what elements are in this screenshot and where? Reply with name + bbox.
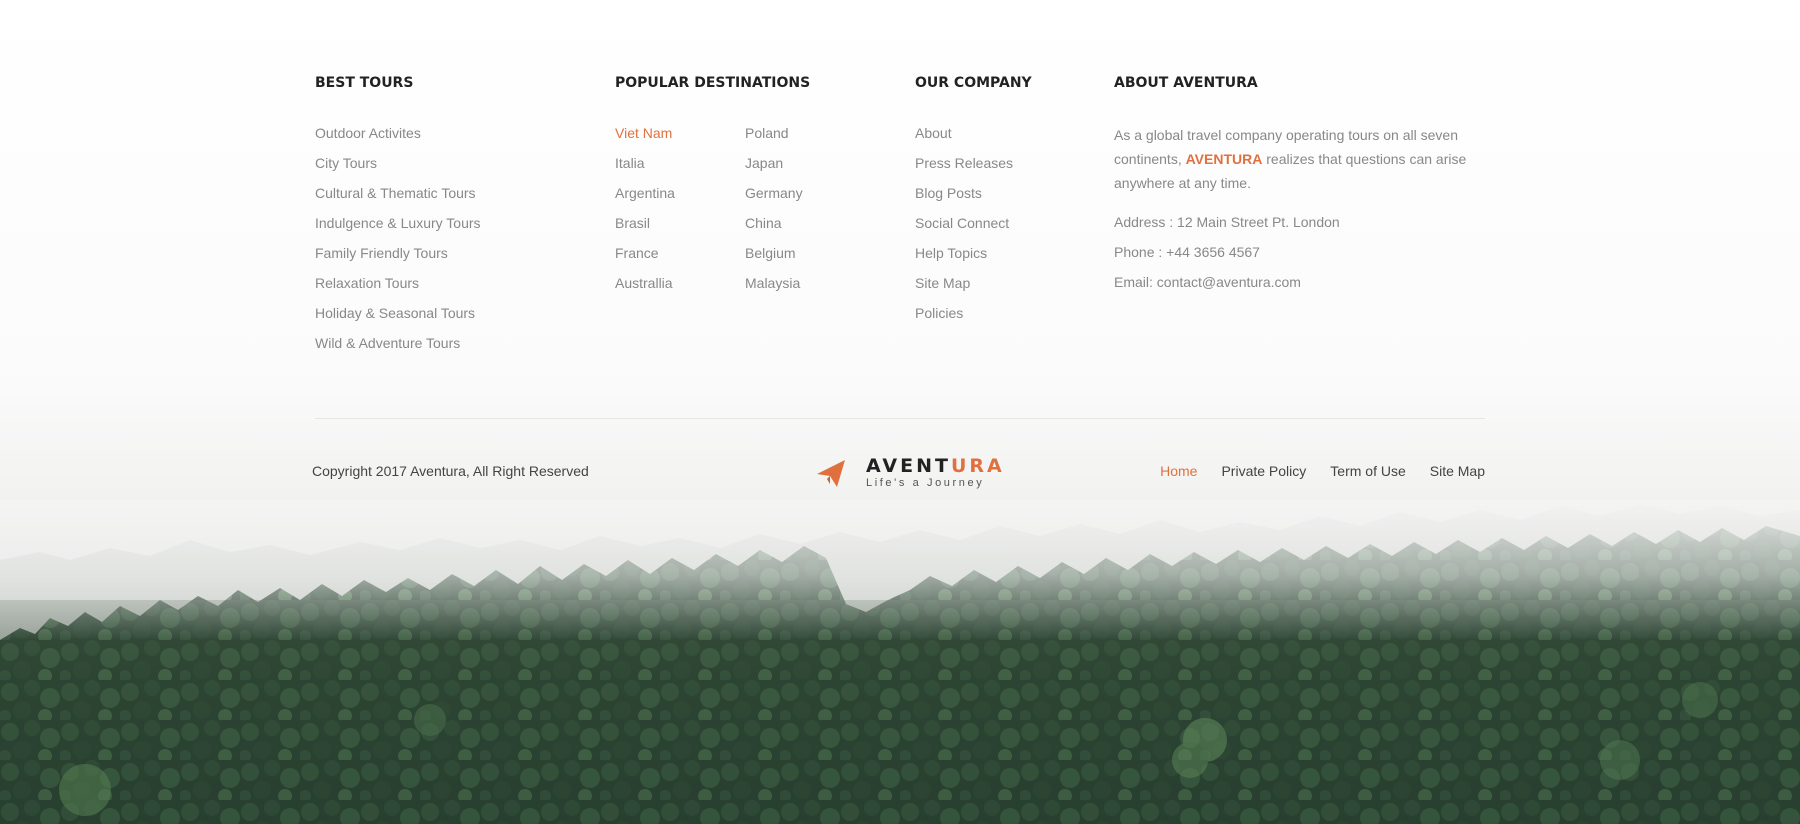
- our-company-list: About Press Releases Blog Posts Social C…: [915, 124, 1013, 334]
- list-item: Germany: [745, 184, 803, 214]
- list-item: Japan: [745, 154, 803, 184]
- list-item: Policies: [915, 304, 1013, 334]
- list-item: Malaysia: [745, 274, 803, 304]
- nav-link-site-map[interactable]: Site Map: [1430, 463, 1485, 479]
- destination-link[interactable]: Germany: [745, 185, 803, 201]
- list-item: Relaxation Tours: [315, 274, 481, 304]
- about-description: As a global travel company operating tou…: [1114, 123, 1484, 195]
- popular-destinations-heading: POPULAR DESTINATIONS: [615, 75, 811, 91]
- destination-link[interactable]: Malaysia: [745, 275, 800, 291]
- destination-link[interactable]: Italia: [615, 155, 645, 171]
- our-company-column: OUR COMPANY About Press Releases Blog Po…: [915, 74, 1032, 321]
- list-item: Italia: [615, 154, 675, 184]
- best-tour-link[interactable]: Indulgence & Luxury Tours: [315, 215, 481, 231]
- destination-link[interactable]: China: [745, 215, 782, 231]
- contact-address: Address : 12 Main Street Pt. London: [1114, 214, 1340, 230]
- list-item: Cultural & Thematic Tours: [315, 184, 481, 214]
- list-item: Australlia: [615, 274, 675, 304]
- best-tour-link[interactable]: Wild & Adventure Tours: [315, 335, 460, 351]
- about-brand-name: AVENTURA: [1185, 151, 1263, 167]
- list-item: City Tours: [315, 154, 481, 184]
- site-footer: BEST TOURS Outdoor Activites City Tours …: [0, 0, 1800, 824]
- destination-link[interactable]: Poland: [745, 125, 789, 141]
- nav-link-home[interactable]: Home: [1160, 463, 1197, 479]
- list-item: China: [745, 214, 803, 244]
- list-item: Brasil: [615, 214, 675, 244]
- logo-wordmark: AVENTURA: [866, 455, 1005, 477]
- list-item: Blog Posts: [915, 184, 1013, 214]
- about-heading: ABOUT AVENTURA: [1114, 75, 1258, 91]
- company-link[interactable]: Press Releases: [915, 155, 1013, 171]
- best-tours-list: Outdoor Activites City Tours Cultural & …: [315, 124, 481, 364]
- best-tour-link[interactable]: Relaxation Tours: [315, 275, 419, 291]
- destination-link[interactable]: Belgium: [745, 245, 796, 261]
- best-tours-column: BEST TOURS Outdoor Activites City Tours …: [315, 74, 481, 351]
- company-link[interactable]: About: [915, 125, 952, 141]
- best-tour-link[interactable]: City Tours: [315, 155, 377, 171]
- nav-link-term-of-use[interactable]: Term of Use: [1330, 463, 1405, 479]
- company-link[interactable]: Help Topics: [915, 245, 987, 261]
- list-item: Family Friendly Tours: [315, 244, 481, 274]
- list-item: Outdoor Activites: [315, 124, 481, 154]
- list-item: Holiday & Seasonal Tours: [315, 304, 481, 334]
- footer-divider: [315, 418, 1485, 419]
- company-link[interactable]: Blog Posts: [915, 185, 982, 201]
- destination-link[interactable]: France: [615, 245, 659, 261]
- best-tour-link[interactable]: Family Friendly Tours: [315, 245, 448, 261]
- our-company-heading: OUR COMPANY: [915, 75, 1032, 91]
- company-link[interactable]: Policies: [915, 305, 963, 321]
- best-tours-heading: BEST TOURS: [315, 75, 414, 91]
- destination-link[interactable]: Brasil: [615, 215, 650, 231]
- best-tour-link[interactable]: Holiday & Seasonal Tours: [315, 305, 475, 321]
- paper-plane-icon: [817, 460, 845, 487]
- contact-info-list: Address : 12 Main Street Pt. London Phon…: [1114, 213, 1340, 303]
- logo-wordmark-part1: AVENT: [866, 455, 951, 477]
- list-item: Press Releases: [915, 154, 1013, 184]
- list-item: France: [615, 244, 675, 274]
- list-item: Social Connect: [915, 214, 1013, 244]
- destination-link[interactable]: Argentina: [615, 185, 675, 201]
- logo-wordmark-part2: URA: [950, 455, 1005, 477]
- list-item: Poland: [745, 124, 803, 154]
- destinations-list-left: Viet Nam Italia Argentina Brasil France …: [615, 124, 675, 304]
- list-item: Site Map: [915, 274, 1013, 304]
- contact-email: Email: contact@aventura.com: [1114, 274, 1301, 290]
- destination-link[interactable]: Australlia: [615, 275, 673, 291]
- destinations-list-right: Poland Japan Germany China Belgium Malay…: [745, 124, 803, 304]
- about-column: ABOUT AVENTURA As a global travel compan…: [1114, 74, 1466, 290]
- list-item: Wild & Adventure Tours: [315, 334, 481, 364]
- destination-link[interactable]: Japan: [745, 155, 783, 171]
- list-item: Argentina: [615, 184, 675, 214]
- best-tour-link[interactable]: Cultural & Thematic Tours: [315, 185, 476, 201]
- bottom-nav: Home Private Policy Term of Use Site Map: [1136, 463, 1485, 479]
- copyright-text: Copyright 2017 Aventura, All Right Reser…: [312, 463, 589, 479]
- list-item: Indulgence & Luxury Tours: [315, 214, 481, 244]
- popular-destinations-column: POPULAR DESTINATIONS Viet Nam Italia Arg…: [615, 74, 811, 291]
- destination-link-active[interactable]: Viet Nam: [615, 125, 672, 141]
- list-item: Belgium: [745, 244, 803, 274]
- company-link[interactable]: Social Connect: [915, 215, 1009, 231]
- nav-link-private-policy[interactable]: Private Policy: [1221, 463, 1306, 479]
- best-tour-link[interactable]: Outdoor Activites: [315, 125, 421, 141]
- list-item: Viet Nam: [615, 124, 675, 154]
- list-item: About: [915, 124, 1013, 154]
- list-item: Help Topics: [915, 244, 1013, 274]
- company-link[interactable]: Site Map: [915, 275, 970, 291]
- contact-phone: Phone : +44 3656 4567: [1114, 244, 1260, 260]
- logo-tagline: Life's a Journey: [866, 477, 985, 489]
